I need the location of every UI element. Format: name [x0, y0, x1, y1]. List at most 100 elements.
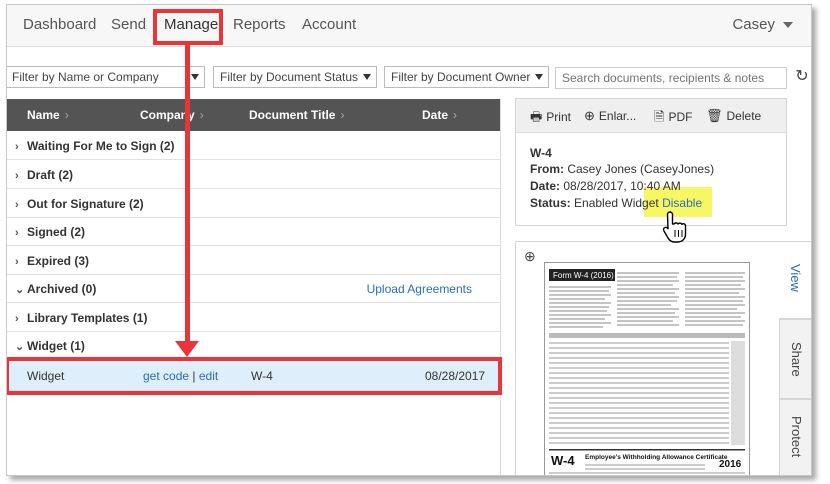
chevron-right-icon: ›	[64, 108, 69, 122]
disable-link[interactable]: Disable	[662, 196, 702, 210]
tab-view[interactable]: View	[779, 241, 811, 319]
cert-title: Employee's Withholding Allowance Certifi…	[585, 454, 728, 461]
status-label: Status:	[530, 196, 571, 210]
group-label: Waiting For Me to Sign (2)	[27, 139, 175, 153]
col-date[interactable]: Date ›	[422, 108, 457, 122]
hand-cursor-icon	[662, 211, 687, 243]
col-title-label: Document Title	[249, 108, 336, 122]
form-title: Form W-4 (2016)	[553, 271, 614, 280]
nav-reports[interactable]: Reports	[233, 16, 286, 33]
w4-form-thumbnail: Form W-4 (2016) W-4 Employee's Withholdi…	[547, 265, 747, 475]
chevron-right-icon: ›	[15, 170, 19, 182]
col-name[interactable]: Name ›	[27, 108, 69, 122]
refresh-icon[interactable]: ↻	[793, 68, 811, 86]
document-thumbnail[interactable]: Form W-4 (2016) W-4 Employee's Withholdi…	[544, 262, 750, 475]
group-label: Archived (0)	[27, 282, 97, 296]
group-draft[interactable]: › Draft (2)	[7, 161, 500, 189]
group-widget[interactable]: ⌄ Widget (1)	[7, 332, 500, 360]
chevron-down-icon: ⌄	[15, 284, 25, 296]
upload-agreements-link[interactable]: Upload Agreements	[367, 282, 472, 296]
annotation-box-widget-row	[7, 357, 502, 395]
annotation-arrow-line	[185, 45, 190, 345]
chevron-right-icon: ›	[15, 199, 19, 211]
nav-dashboard[interactable]: Dashboard	[23, 16, 96, 33]
cert-code: W-4	[551, 453, 575, 468]
chevron-right-icon: ›	[15, 141, 19, 153]
zoom-in-icon[interactable]: ⊕	[524, 248, 536, 265]
status-value: Enabled Widget	[574, 196, 659, 210]
app-window: Dashboard Send Manage Reports Account Ca…	[6, 4, 812, 476]
group-signed[interactable]: › Signed (2)	[7, 218, 500, 246]
chevron-right-icon: ›	[453, 108, 458, 122]
dropdown-arrow-icon	[363, 74, 371, 80]
print-button[interactable]: 🖶 Print	[530, 108, 571, 130]
filter-name-company-label: Filter by Name or Company	[12, 70, 159, 84]
from-label: From:	[530, 162, 564, 176]
chevron-right-icon: ›	[199, 108, 204, 122]
col-document-title[interactable]: Document Title ›	[249, 108, 344, 122]
group-label: Draft (2)	[27, 168, 74, 182]
group-expired[interactable]: › Expired (3)	[7, 247, 500, 275]
list-header: Name › Company › Document Title › Date ›	[7, 99, 500, 131]
col-name-label: Name	[27, 108, 60, 122]
filter-document-status[interactable]: Filter by Document Status	[213, 66, 377, 88]
group-label: Library Templates (1)	[27, 311, 148, 325]
group-label: Out for Signature (2)	[27, 197, 144, 211]
group-waiting-for-me[interactable]: › Waiting For Me to Sign (2)	[7, 132, 500, 160]
from-value: Casey Jones (CaseyJones)	[567, 162, 715, 176]
detail-toolbar: 🖶 Print ⊕ Enlar... 🗎 PDF 🗑 Delete	[516, 99, 786, 133]
pdf-label: PDF	[668, 110, 693, 124]
print-label: Print	[546, 110, 571, 124]
side-tabs: View Share Protect	[779, 241, 811, 475]
pdf-button[interactable]: 🗎 PDF	[654, 108, 692, 130]
search-input[interactable]	[555, 67, 787, 89]
date-value: 08/28/2017, 10:40 AM	[563, 179, 681, 193]
print-icon: 🖶	[530, 109, 543, 124]
nav-send[interactable]: Send	[111, 16, 146, 33]
chevron-right-icon: ›	[15, 256, 19, 268]
filter-name-company[interactable]: Filter by Name or Company	[7, 66, 205, 88]
group-label: Signed (2)	[27, 225, 86, 239]
dropdown-arrow-icon	[535, 74, 543, 80]
user-name: Casey	[732, 16, 775, 33]
chevron-right-icon: ›	[15, 227, 19, 239]
list-divider	[500, 99, 501, 475]
annotation-box-manage	[153, 9, 223, 45]
document-preview: ⊕ Form W-4 (2016) W-4 Employee's Withhol…	[515, 241, 787, 475]
enlarge-label: Enlar...	[598, 109, 637, 123]
tab-share-label: Share	[789, 342, 804, 377]
doc-status: Status: Enabled Widget Disable	[530, 196, 702, 210]
annotation-arrow-head	[175, 341, 199, 357]
chevron-down-icon	[783, 22, 793, 29]
doc-name: W-4	[530, 146, 552, 160]
group-out-for-signature[interactable]: › Out for Signature (2)	[7, 190, 500, 218]
chevron-right-icon: ›	[340, 108, 345, 122]
doc-from: From: Casey Jones (CaseyJones)	[530, 162, 714, 176]
enlarge-button[interactable]: ⊕ Enlar...	[584, 108, 636, 124]
filter-document-owner[interactable]: Filter by Document Owner	[384, 66, 549, 88]
filter-status-label: Filter by Document Status	[220, 70, 359, 84]
date-label: Date:	[530, 179, 561, 193]
chevron-right-icon: ›	[15, 313, 19, 325]
filter-owner-label: Filter by Document Owner	[391, 70, 531, 84]
nav-account[interactable]: Account	[302, 16, 356, 33]
delete-label: Delete	[726, 109, 762, 123]
tab-share[interactable]: Share	[779, 319, 811, 399]
col-company[interactable]: Company ›	[140, 108, 204, 122]
doc-date: Date: 08/28/2017, 10:40 AM	[530, 179, 681, 193]
zoom-in-icon: ⊕	[584, 108, 595, 123]
tab-protect-label: Protect	[789, 416, 804, 458]
user-menu[interactable]: Casey	[732, 16, 793, 33]
delete-button[interactable]: 🗑 Delete	[706, 108, 761, 124]
pdf-icon: 🗎	[654, 109, 665, 124]
top-nav: Dashboard Send Manage Reports Account Ca…	[7, 5, 811, 47]
group-archived[interactable]: ⌄ Archived (0) Upload Agreements	[7, 275, 500, 303]
group-library-templates[interactable]: › Library Templates (1)	[7, 304, 500, 332]
group-label: Widget (1)	[27, 339, 85, 353]
group-label: Expired (3)	[27, 254, 90, 268]
tab-protect[interactable]: Protect	[779, 399, 811, 475]
col-date-label: Date	[422, 108, 449, 122]
chevron-down-icon: ⌄	[15, 341, 25, 353]
detail-panel: 🖶 Print ⊕ Enlar... 🗎 PDF 🗑 Delete W-4 From: …	[515, 98, 787, 226]
dropdown-arrow-icon	[191, 74, 199, 80]
